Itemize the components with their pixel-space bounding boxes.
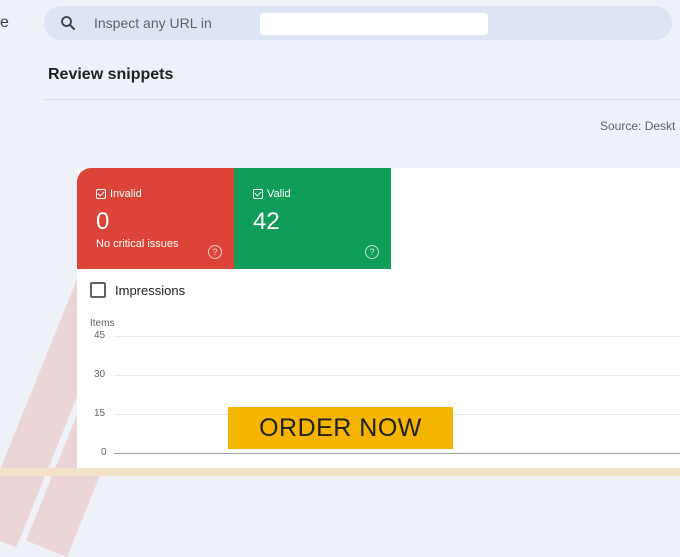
order-now-button[interactable]: ORDER NOW <box>228 407 453 449</box>
page-title: Review snippets <box>48 66 174 83</box>
chart-gridline <box>114 375 680 376</box>
valid-card-header: Valid <box>253 188 291 200</box>
impressions-checkbox[interactable] <box>90 282 106 298</box>
y-tick-label: 45 <box>94 330 106 341</box>
y-tick-label: 30 <box>94 369 106 380</box>
y-tick-label: 15 <box>94 408 106 419</box>
chart-baseline <box>114 453 680 454</box>
sidebar-label-fragment: e <box>0 14 9 31</box>
invalid-subtext: No critical issues <box>96 238 179 250</box>
valid-count: 42 <box>253 208 280 235</box>
help-icon[interactable]: ? <box>208 245 222 259</box>
checkbox-checked-icon <box>253 189 263 199</box>
valid-label: Valid <box>267 188 291 200</box>
valid-summary-card[interactable]: Valid 42 ? <box>234 168 391 269</box>
chart-gridline <box>114 336 680 337</box>
bottom-border <box>0 468 680 476</box>
y-axis-title: Items <box>90 318 115 329</box>
invalid-card-header: Invalid <box>96 188 142 200</box>
impressions-toggle[interactable]: Impressions <box>90 282 185 298</box>
invalid-label: Invalid <box>110 188 142 200</box>
y-tick-label: 0 <box>101 447 107 458</box>
invalid-summary-card[interactable]: Invalid 0 No critical issues ? <box>77 168 234 269</box>
invalid-count: 0 <box>96 208 110 235</box>
header-divider <box>44 99 680 100</box>
help-icon[interactable]: ? <box>365 245 379 259</box>
search-icon <box>61 16 75 30</box>
checkbox-checked-icon <box>96 189 106 199</box>
url-inspection-bar[interactable] <box>44 6 672 40</box>
impressions-label: Impressions <box>115 282 186 298</box>
source-selector[interactable]: Source: Deskt <box>600 119 675 133</box>
redacted-property-name <box>260 13 488 35</box>
